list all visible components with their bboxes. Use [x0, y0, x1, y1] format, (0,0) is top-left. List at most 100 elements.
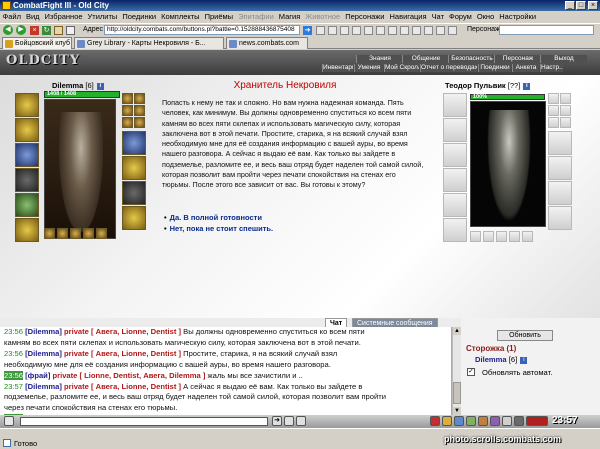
auto-refresh-checkbox[interactable]: ✓ [467, 368, 475, 376]
boots-slot[interactable] [15, 218, 39, 242]
trade-icon[interactable] [478, 416, 488, 426]
empty-necklace-slot[interactable] [443, 118, 467, 142]
scroll-slot[interactable] [122, 117, 133, 128]
menu-item[interactable]: Поединки [120, 11, 159, 23]
toolbar-tool-icon[interactable] [388, 26, 397, 35]
necklace-slot[interactable] [15, 118, 39, 142]
game-nav-bottom-item[interactable]: Поединки [478, 64, 511, 72]
empty-boots-slot[interactable] [443, 218, 467, 242]
address-field[interactable]: http://oldcity.combats.com/buttons.pl?ba… [104, 25, 300, 35]
message-author[interactable]: [Dilemma] [25, 349, 62, 358]
empty-leggings-slot[interactable] [548, 181, 572, 205]
pocket-slot[interactable] [96, 228, 107, 239]
empty-belt-slot[interactable] [443, 193, 467, 217]
maximize-button[interactable]: □ [576, 1, 586, 10]
map-icon[interactable] [454, 416, 464, 426]
gloves-slot[interactable] [122, 131, 146, 155]
empty-scroll-slot[interactable] [560, 117, 571, 128]
game-nav-bottom-item[interactable]: Настр... [540, 64, 563, 72]
message-author[interactable]: [Dilemma] [25, 382, 62, 391]
toolbar-tool-icon[interactable] [436, 26, 445, 35]
toolbar-tool-icon[interactable] [328, 26, 337, 35]
message-recipients[interactable]: private [ Авега, Lionne, Dentist ] [64, 327, 181, 336]
home-icon[interactable] [54, 26, 63, 35]
close-button[interactable]: × [588, 1, 598, 10]
empty-ring-slot[interactable] [548, 105, 559, 116]
toolbar-tool-icon[interactable] [448, 26, 457, 35]
game-nav-bottom-item[interactable]: Инвентарь [322, 64, 353, 72]
info-icon[interactable]: i [520, 356, 528, 364]
game-nav-bottom-item[interactable]: Умения [354, 64, 383, 72]
clear-icon[interactable] [284, 416, 294, 426]
print-icon[interactable] [66, 26, 75, 35]
menu-item[interactable]: Эпитафии [236, 11, 277, 23]
go-icon[interactable]: ➜ [303, 26, 312, 35]
empty-armor-slot[interactable] [443, 168, 467, 192]
toolbar-tool-icon[interactable] [340, 26, 349, 35]
exit-icon[interactable] [514, 416, 524, 426]
ring-slot[interactable] [122, 105, 133, 116]
refresh-button[interactable]: Обновить [497, 330, 553, 341]
empty-helmet-slot[interactable] [443, 93, 467, 117]
empty-ring-slot[interactable] [560, 105, 571, 116]
scroll-thumb[interactable] [453, 382, 461, 404]
answer-yes-link[interactable]: • Да. В полной готовности [164, 212, 414, 223]
tab-grey-library[interactable]: Grey Library - Карты Некровиля - Б... [74, 37, 224, 49]
send-icon[interactable]: ➜ [272, 416, 282, 426]
pocket-slot[interactable] [44, 228, 55, 239]
empty-pocket-slot[interactable] [522, 231, 533, 242]
empty-weapon-slot[interactable] [443, 143, 467, 167]
refresh-icon[interactable]: ↻ [42, 26, 51, 35]
belt-slot[interactable] [15, 193, 39, 217]
info-icon[interactable]: i [96, 82, 104, 90]
chat-input[interactable] [20, 417, 268, 426]
empty-shield-slot[interactable] [548, 156, 572, 180]
game-nav-top-item[interactable]: Безопасность [448, 55, 495, 63]
player-avatar[interactable] [44, 99, 116, 239]
shield-slot[interactable] [122, 156, 146, 180]
menu-item[interactable]: Утилиты [85, 11, 120, 23]
message-recipients[interactable]: private [ Авега, Lionne, Dentist ] [64, 349, 181, 358]
pocket-slot[interactable] [57, 228, 68, 239]
menu-item[interactable]: Навигация [387, 11, 429, 23]
tab-system-messages[interactable]: Системные сообщения [352, 318, 438, 327]
menu-item[interactable]: Чат [429, 11, 446, 23]
room-user[interactable]: Dilemma [6] i [475, 355, 528, 364]
empty-bracers-slot[interactable] [548, 206, 572, 230]
info-icon[interactable]: i [523, 82, 531, 90]
persona-select[interactable] [499, 25, 594, 35]
toolbar-tool-icon[interactable] [376, 26, 385, 35]
empty-pocket-slot[interactable] [470, 231, 481, 242]
empty-ring-slot[interactable] [560, 93, 571, 104]
inventory-icon[interactable] [442, 416, 452, 426]
menu-item[interactable]: Файл [0, 11, 23, 23]
tab-fight-club[interactable]: Бойцовский клуб [2, 37, 72, 49]
empty-pocket-slot[interactable] [496, 231, 507, 242]
game-nav-top-item[interactable]: Знания [356, 55, 403, 63]
chat-mode-icon[interactable] [4, 416, 14, 426]
empty-pocket-slot[interactable] [483, 231, 494, 242]
menu-item[interactable]: Избранное [42, 11, 85, 23]
settings-icon[interactable] [502, 416, 512, 426]
scroll-slot[interactable] [134, 117, 145, 128]
game-nav-bottom-item[interactable]: Мой Скролл [384, 64, 419, 72]
player-name[interactable]: Dilemma [6] i [52, 81, 104, 90]
empty-scroll-slot[interactable] [548, 117, 559, 128]
empty-pocket-slot[interactable] [509, 231, 520, 242]
game-nav-bottom-item[interactable]: Анкета [512, 64, 539, 72]
message-author[interactable]: [фрай] [25, 371, 50, 380]
toolbar-tool-icon[interactable] [400, 26, 409, 35]
pocket-slot[interactable] [83, 228, 94, 239]
menu-item[interactable]: Настройки [497, 11, 539, 23]
friends-icon[interactable] [466, 416, 476, 426]
back-arrow-icon[interactable]: ◀ [3, 25, 13, 35]
weapon-slot[interactable] [15, 143, 39, 167]
menu-item[interactable]: Форум [447, 11, 475, 23]
forward-arrow-icon[interactable]: ▶ [16, 25, 26, 35]
game-nav-top-item[interactable]: Персонаж [494, 55, 541, 63]
npc-avatar[interactable] [470, 101, 546, 227]
empty-gloves-slot[interactable] [548, 131, 572, 155]
toolbar-tool-icon[interactable] [316, 26, 325, 35]
menu-item[interactable]: Вид [23, 11, 42, 23]
tab-chat[interactable]: Чат [325, 318, 348, 327]
